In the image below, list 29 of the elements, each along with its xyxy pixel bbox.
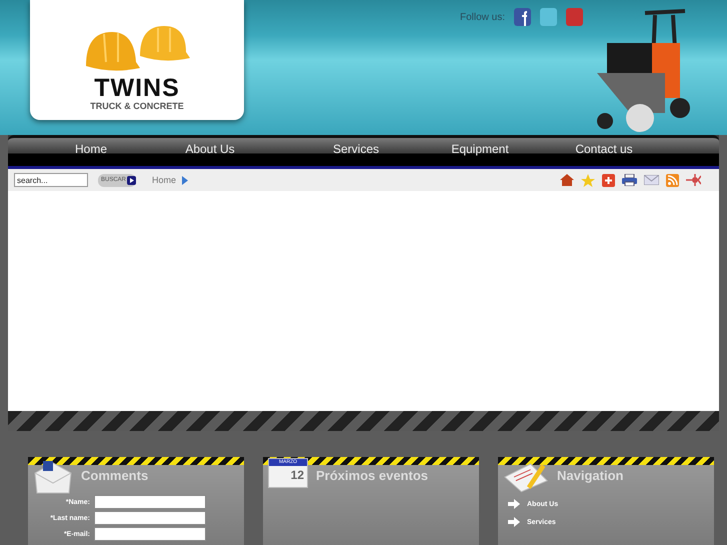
play-icon (127, 176, 136, 184)
sitemap-icon[interactable] (686, 174, 701, 186)
brand-tagline: TRUCK & CONCRETE (90, 101, 184, 112)
print-icon[interactable] (622, 174, 637, 186)
panel-title: Comments (81, 468, 148, 483)
nav-link[interactable]: About Us (126, 138, 294, 166)
plus-icon[interactable] (602, 174, 615, 186)
input-field[interactable] (94, 495, 206, 509)
facebook-icon[interactable] (514, 8, 532, 26)
arrow-icon (508, 499, 520, 509)
follow-label: Follow us: (460, 12, 506, 22)
arrow-icon (508, 517, 520, 527)
nav-link[interactable]: Services (294, 138, 418, 166)
star-icon[interactable] (581, 174, 595, 186)
panel-title: Navigation (557, 468, 624, 483)
search-field[interactable]: search... (14, 173, 88, 187)
home-icon[interactable] (560, 174, 574, 186)
input-field[interactable] (94, 527, 206, 541)
nav-link[interactable]: Home (56, 138, 126, 166)
brand-name: TWINS (94, 76, 180, 101)
envelope-icon (33, 459, 73, 495)
nav-link[interactable]: Equipment (418, 138, 542, 166)
email-icon[interactable] (644, 175, 659, 185)
breadcrumb-link[interactable]: Home (152, 175, 176, 185)
panel-title: Próximos eventos (316, 468, 428, 483)
caret-icon (182, 176, 188, 184)
nav-link[interactable]: Contact us (542, 138, 666, 166)
rss-icon[interactable] (666, 174, 679, 186)
input-field[interactable] (94, 511, 206, 525)
